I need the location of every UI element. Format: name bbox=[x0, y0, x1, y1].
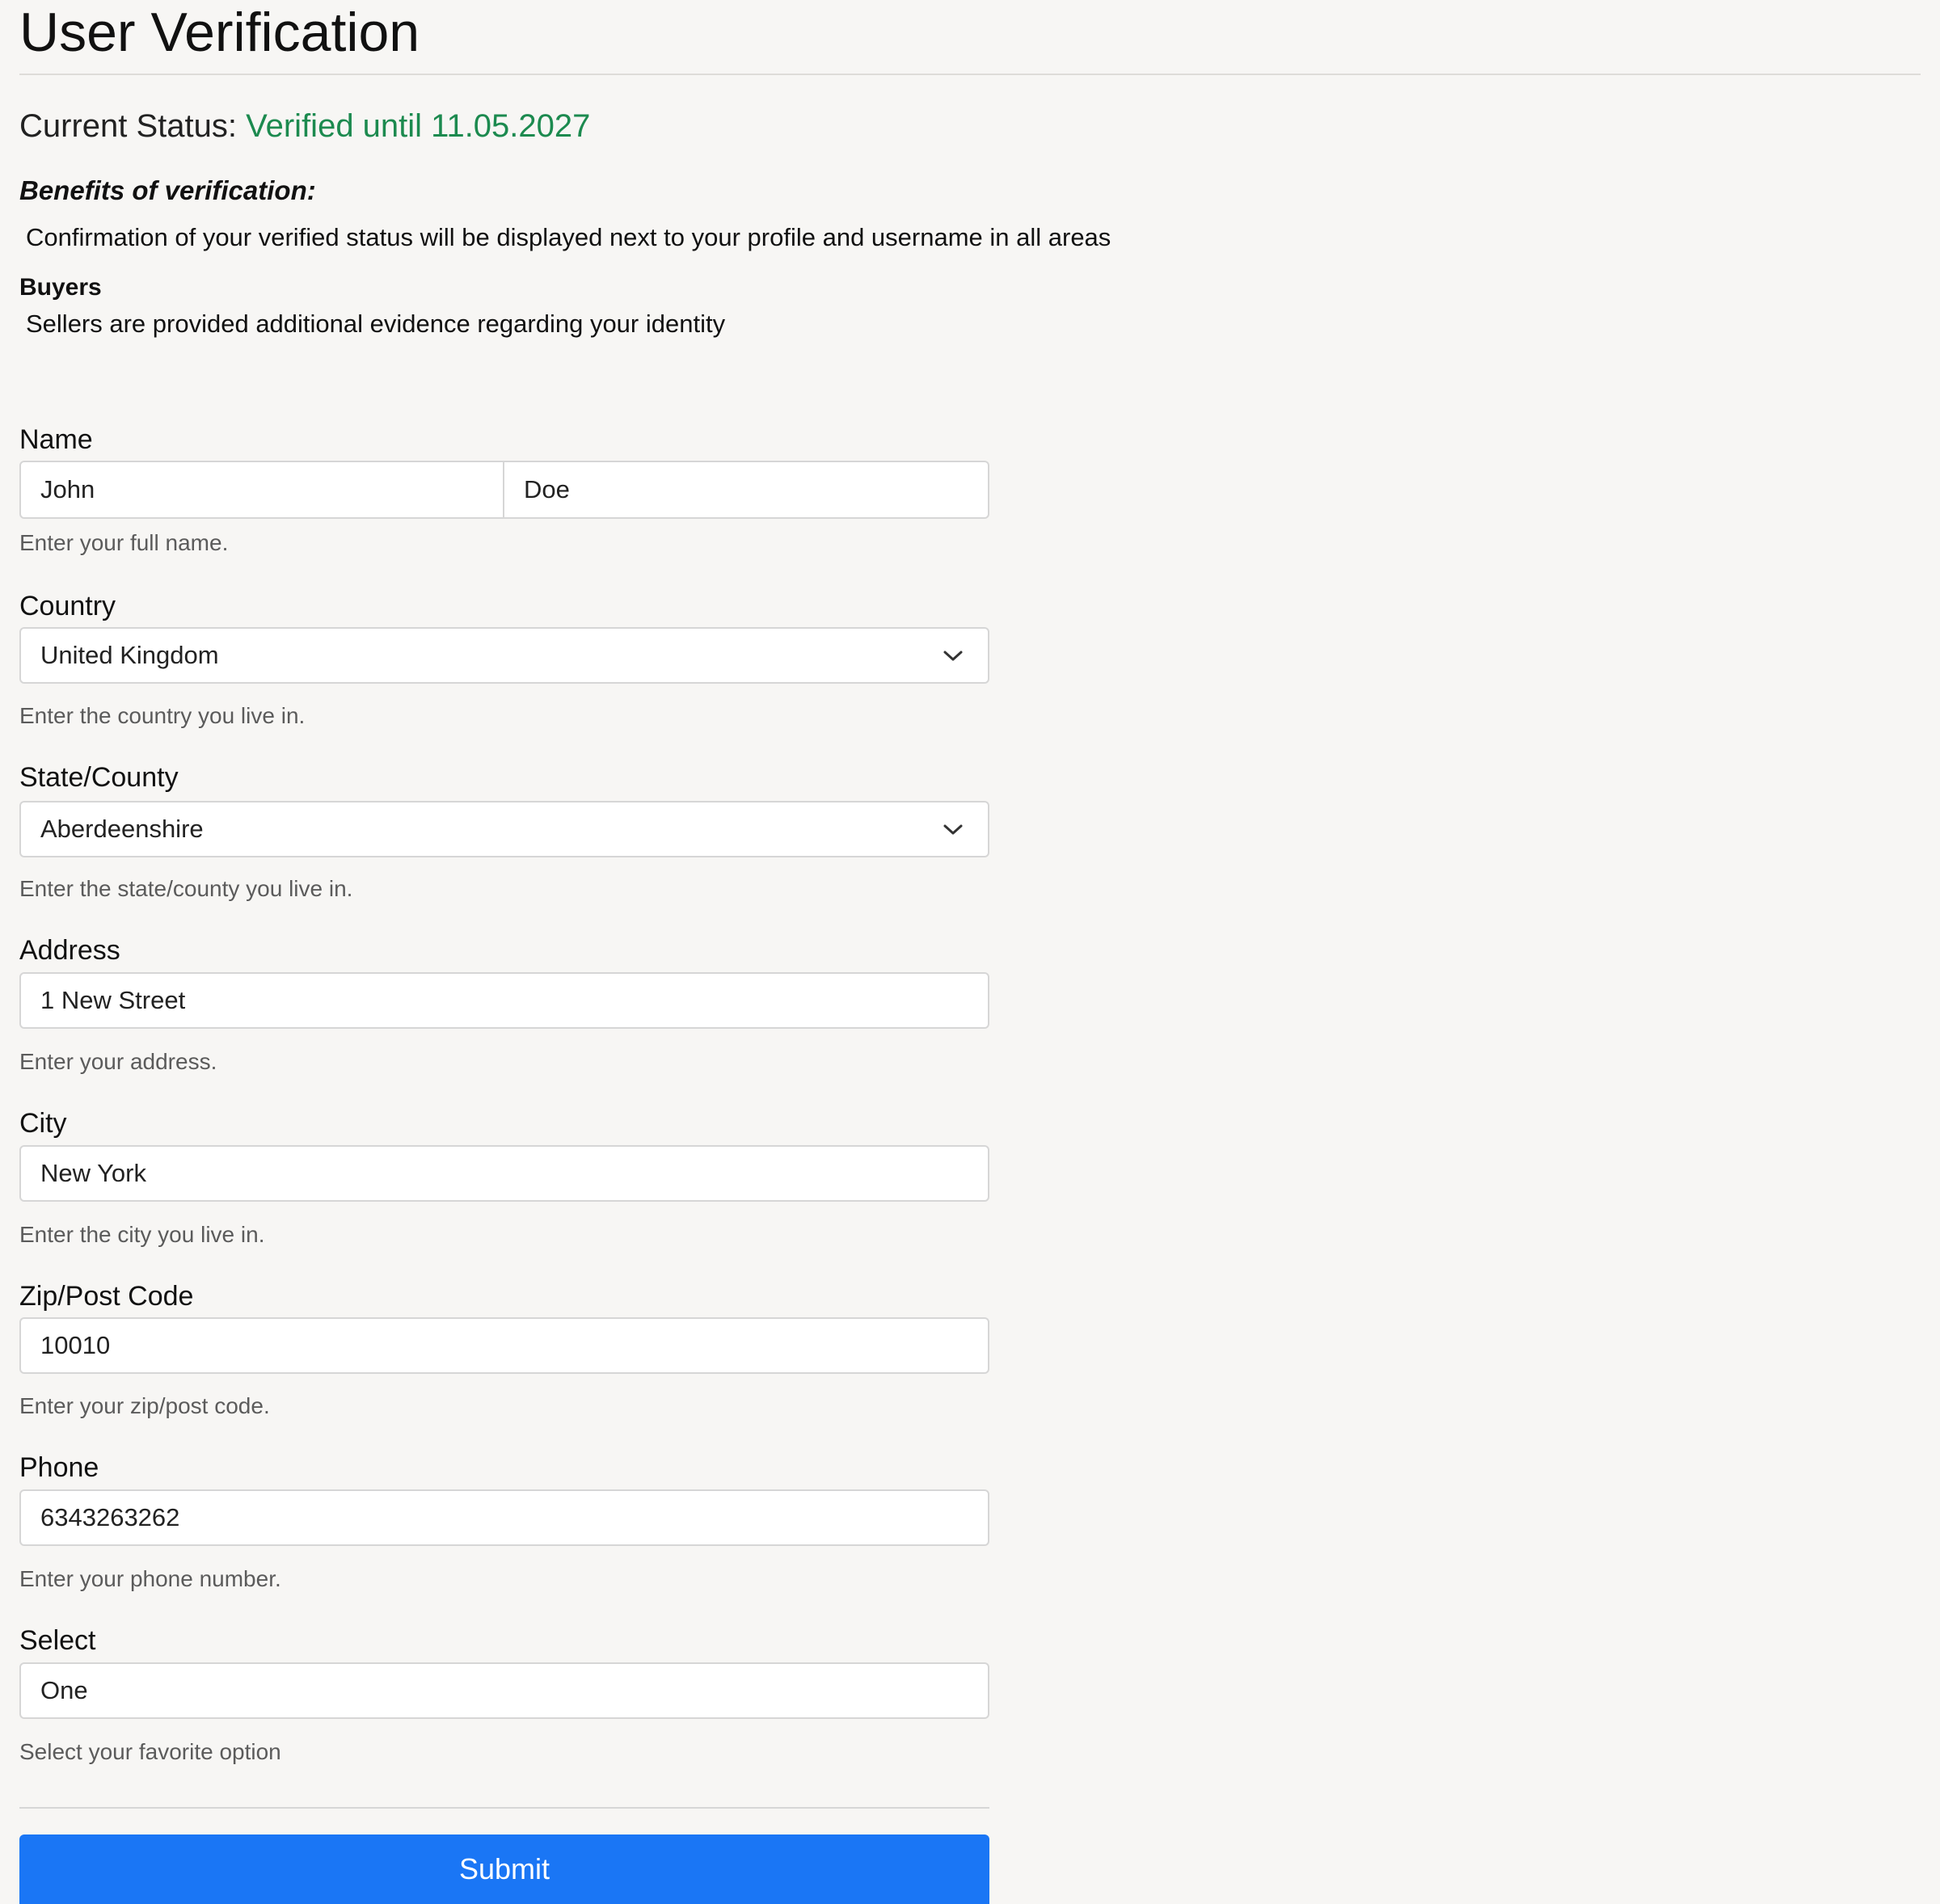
benefit-buyers: Sellers are provided additional evidence… bbox=[26, 310, 726, 338]
title-divider bbox=[19, 74, 1921, 75]
select-help: Select your favorite option bbox=[19, 1739, 281, 1764]
state-group: State/County Aberdeenshire Enter the sta… bbox=[19, 760, 989, 901]
select-group: Select One Select your favorite option bbox=[19, 1623, 989, 1764]
zip-group: Zip/Post Code Enter your zip/post code. bbox=[19, 1278, 989, 1418]
zip-help: Enter your zip/post code. bbox=[19, 1393, 270, 1418]
submit-button[interactable]: Submit bbox=[19, 1834, 989, 1904]
country-select[interactable]: United Kingdom bbox=[19, 627, 989, 684]
name-label: Name bbox=[19, 424, 93, 455]
address-group: Address Enter your address. bbox=[19, 933, 989, 1074]
state-label: State/County bbox=[19, 762, 179, 793]
status-value: Verified until 11.05.2027 bbox=[246, 108, 591, 144]
state-selected-value: Aberdeenshire bbox=[40, 815, 204, 843]
city-label: City bbox=[19, 1108, 67, 1139]
chevron-down-icon bbox=[943, 651, 963, 661]
city-group: City Enter the city you live in. bbox=[19, 1106, 989, 1247]
page-title: User Verification bbox=[19, 2, 420, 63]
name-group: Name Enter your full name. bbox=[19, 422, 989, 555]
address-help: Enter your address. bbox=[19, 1049, 217, 1074]
favorite-option-value: One bbox=[40, 1676, 88, 1704]
name-help: Enter your full name. bbox=[19, 530, 229, 555]
zip-input[interactable] bbox=[19, 1317, 989, 1374]
favorite-option-select[interactable]: One bbox=[19, 1662, 989, 1719]
phone-label: Phone bbox=[19, 1452, 99, 1483]
zip-label: Zip/Post Code bbox=[19, 1281, 194, 1312]
chevron-down-icon bbox=[943, 824, 963, 835]
city-input[interactable] bbox=[19, 1145, 989, 1202]
country-group: Country United Kingdom Enter the country… bbox=[19, 588, 989, 728]
verification-page: User Verification Current Status: Verifi… bbox=[0, 0, 1940, 1904]
city-help: Enter the city you live in. bbox=[19, 1222, 265, 1247]
form-divider bbox=[19, 1807, 989, 1809]
country-label: Country bbox=[19, 591, 116, 621]
state-help: Enter the state/county you live in. bbox=[19, 876, 353, 901]
name-input-row bbox=[19, 461, 989, 519]
address-label: Address bbox=[19, 935, 120, 966]
address-input[interactable] bbox=[19, 972, 989, 1029]
country-selected-value: United Kingdom bbox=[40, 641, 219, 669]
verification-status: Current Status: Verified until 11.05.202… bbox=[19, 103, 590, 149]
phone-input[interactable] bbox=[19, 1489, 989, 1546]
benefit-general: Confirmation of your verified status wil… bbox=[26, 223, 1111, 251]
last-name-input[interactable] bbox=[504, 461, 989, 519]
state-select[interactable]: Aberdeenshire bbox=[19, 801, 989, 857]
status-label: Current Status: bbox=[19, 108, 238, 144]
buyers-heading: Buyers bbox=[19, 274, 102, 301]
phone-group: Phone Enter your phone number. bbox=[19, 1450, 989, 1591]
phone-help: Enter your phone number. bbox=[19, 1566, 281, 1591]
select-label: Select bbox=[19, 1625, 96, 1656]
benefits-heading: Benefits of verification: bbox=[19, 175, 316, 205]
country-help: Enter the country you live in. bbox=[19, 703, 306, 728]
first-name-input[interactable] bbox=[19, 461, 504, 519]
